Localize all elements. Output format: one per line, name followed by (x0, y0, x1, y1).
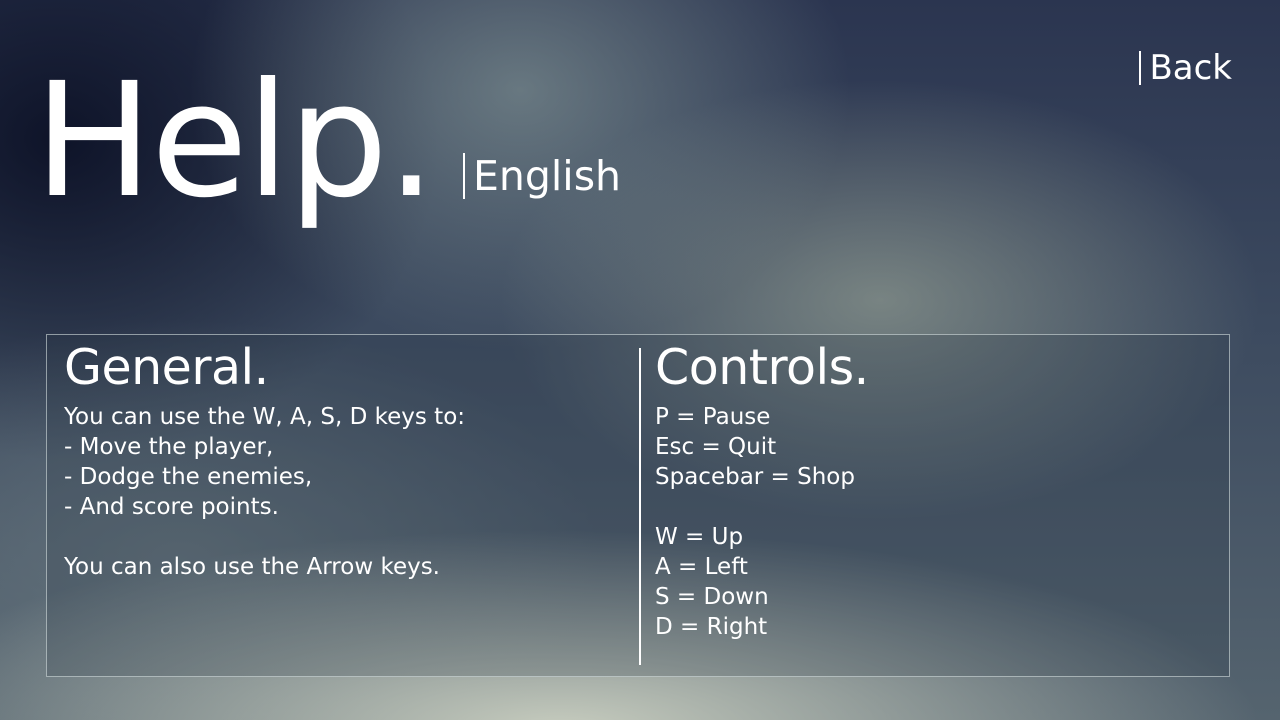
back-button[interactable]: Back (1139, 51, 1232, 85)
controls-list: P = Pause Esc = Quit Spacebar = Shop W =… (655, 402, 1215, 642)
control-item-up: W = Up (655, 524, 744, 550)
general-line: - Move the player, (64, 434, 274, 460)
page-title: Help. (34, 49, 436, 233)
general-line: You can use the W, A, S, D keys to: (64, 404, 466, 430)
controls-section: Controls. P = Pause Esc = Quit Spacebar … (655, 339, 1215, 642)
control-item-right: D = Right (655, 614, 768, 640)
control-item-shop: Spacebar = Shop (655, 464, 855, 490)
language-selector[interactable]: English (463, 153, 621, 199)
general-section: General. You can use the W, A, S, D keys… (64, 339, 624, 582)
general-heading: General. (64, 339, 269, 396)
control-item-left: A = Left (655, 554, 748, 580)
help-panel: General. You can use the W, A, S, D keys… (46, 334, 1230, 677)
section-divider (639, 348, 641, 665)
general-line: - And score points. (64, 494, 279, 520)
control-item-pause: P = Pause (655, 404, 771, 430)
control-item-down: S = Down (655, 584, 769, 610)
general-text: You can use the W, A, S, D keys to: - Mo… (64, 402, 624, 582)
control-item-quit: Esc = Quit (655, 434, 777, 460)
controls-heading: Controls. (655, 339, 869, 396)
general-extra-line: You can also use the Arrow keys. (64, 554, 440, 580)
general-line: - Dodge the enemies, (64, 464, 313, 490)
